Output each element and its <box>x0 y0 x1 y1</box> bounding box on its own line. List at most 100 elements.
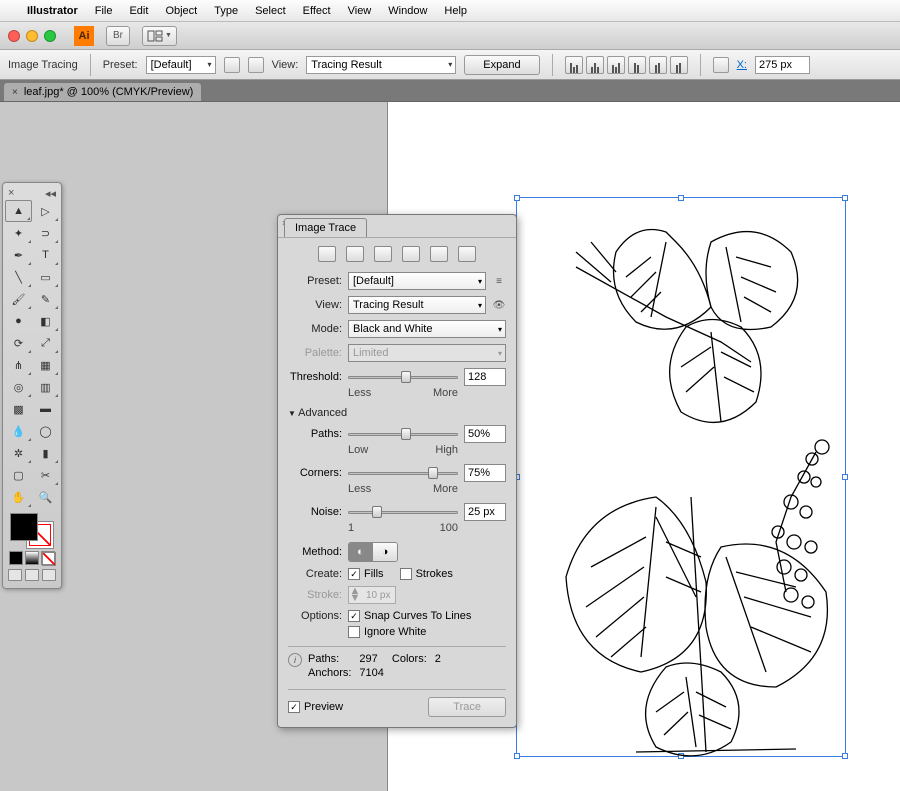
menu-window[interactable]: Window <box>388 5 427 17</box>
menu-help[interactable]: Help <box>444 5 467 17</box>
rotate-tool[interactable]: ⟳ <box>5 332 32 354</box>
selection-tool[interactable]: ▲ <box>5 200 32 222</box>
palette-label: Palette: <box>288 347 342 359</box>
lasso-tool[interactable]: ⊃ <box>32 222 59 244</box>
close-tab-icon[interactable]: × <box>12 87 18 98</box>
bridge-button[interactable]: Br <box>106 26 130 46</box>
pencil-tool[interactable]: ✎ <box>32 288 59 310</box>
fill-swatch[interactable] <box>10 513 38 541</box>
eye-icon[interactable]: 👁 <box>492 298 506 312</box>
align-top-icon[interactable] <box>628 56 646 74</box>
blend-tool[interactable]: ◯ <box>32 420 59 442</box>
free-transform-tool[interactable]: ▦ <box>32 354 59 376</box>
image-trace-panel-button[interactable] <box>248 57 264 73</box>
width-tool[interactable]: ⋔ <box>5 354 32 376</box>
corners-input[interactable]: 75% <box>464 464 506 482</box>
presentation-screen-icon[interactable] <box>42 569 56 581</box>
preset-bw-icon[interactable] <box>430 246 448 262</box>
paths-input[interactable]: 50% <box>464 425 506 443</box>
x-position-input[interactable]: 275 px <box>755 56 810 74</box>
zoom-tool[interactable]: 🔍 <box>32 486 59 508</box>
normal-screen-icon[interactable] <box>8 569 22 581</box>
transform-panel-icon[interactable] <box>713 57 729 73</box>
color-mode-icon[interactable] <box>9 551 23 565</box>
full-screen-icon[interactable] <box>25 569 39 581</box>
arrange-documents-button[interactable]: ▼ <box>142 26 177 46</box>
blob-brush-tool[interactable]: ● <box>5 310 32 332</box>
zoom-window-button[interactable] <box>44 30 56 42</box>
snap-curves-checkbox[interactable]: ✓Snap Curves To Lines <box>348 610 471 622</box>
noise-input[interactable]: 25 px <box>464 503 506 521</box>
method-overlapping-button[interactable]: ◑ <box>373 543 397 561</box>
rectangle-tool[interactable]: ▭ <box>32 266 59 288</box>
preview-checkbox[interactable]: ✓Preview <box>288 701 343 713</box>
corners-slider[interactable] <box>348 467 458 479</box>
preset-menu-icon[interactable] <box>224 57 240 73</box>
panel-tab[interactable]: Image Trace <box>284 218 367 237</box>
slice-tool[interactable]: ✂ <box>32 464 59 486</box>
method-abutting-button[interactable]: ◐ <box>349 543 373 561</box>
none-mode-icon[interactable] <box>41 551 55 565</box>
stroke-label: Stroke: <box>288 589 342 601</box>
preset-gray-icon[interactable] <box>402 246 420 262</box>
advanced-section-toggle[interactable]: Advanced <box>288 407 506 419</box>
eyedropper-tool[interactable]: 💧 <box>5 420 32 442</box>
close-window-button[interactable] <box>8 30 20 42</box>
menu-edit[interactable]: Edit <box>129 5 148 17</box>
expand-button[interactable]: Expand <box>464 55 539 75</box>
threshold-input[interactable]: 128 <box>464 368 506 386</box>
menu-object[interactable]: Object <box>165 5 197 17</box>
paths-slider[interactable] <box>348 428 458 440</box>
panel-close-icon[interactable]: × <box>8 187 14 197</box>
view-select[interactable]: Tracing Result <box>306 56 456 74</box>
menu-file[interactable]: File <box>95 5 113 17</box>
gradient-tool[interactable]: ▬ <box>32 398 59 420</box>
mode-select[interactable]: Black and White <box>348 320 506 338</box>
panel-collapse-icon[interactable]: ◂◂ <box>45 187 56 197</box>
paintbrush-tool[interactable]: 🖌 <box>5 288 32 310</box>
artboard-tool[interactable]: ▢ <box>5 464 32 486</box>
fills-checkbox[interactable]: ✓Fills <box>348 568 384 580</box>
mesh-tool[interactable]: ▩ <box>5 398 32 420</box>
preset-auto-icon[interactable] <box>318 246 336 262</box>
method-label: Method: <box>288 546 342 558</box>
menu-select[interactable]: Select <box>255 5 286 17</box>
minimize-window-button[interactable] <box>26 30 38 42</box>
preset-lowcolor-icon[interactable] <box>374 246 392 262</box>
magic-wand-tool[interactable]: ✦ <box>5 222 32 244</box>
pen-tool[interactable]: ✒ <box>5 244 32 266</box>
perspective-grid-tool[interactable]: ▥ <box>32 376 59 398</box>
strokes-checkbox[interactable]: Strokes <box>400 568 453 580</box>
scale-tool[interactable]: ⤢ <box>32 332 59 354</box>
line-tool[interactable]: ╲ <box>5 266 32 288</box>
direct-selection-tool[interactable]: ▷ <box>32 200 59 222</box>
align-right-icon[interactable] <box>607 56 625 74</box>
symbol-sprayer-tool[interactable]: ✲ <box>5 442 32 464</box>
gradient-mode-icon[interactable] <box>25 551 39 565</box>
menu-type[interactable]: Type <box>214 5 238 17</box>
preset-highcolor-icon[interactable] <box>346 246 364 262</box>
align-bottom-icon[interactable] <box>670 56 688 74</box>
preset-menu-icon[interactable]: ≡ <box>492 274 506 288</box>
noise-slider[interactable] <box>348 506 458 518</box>
column-graph-tool[interactable]: ▮ <box>32 442 59 464</box>
threshold-slider[interactable] <box>348 371 458 383</box>
align-hcenter-icon[interactable] <box>586 56 604 74</box>
align-left-icon[interactable] <box>565 56 583 74</box>
x-link[interactable]: X: <box>737 59 747 71</box>
menu-effect[interactable]: Effect <box>303 5 331 17</box>
type-tool[interactable]: T <box>32 244 59 266</box>
preset-select[interactable]: [Default] <box>146 56 216 74</box>
menu-view[interactable]: View <box>348 5 372 17</box>
align-vcenter-icon[interactable] <box>649 56 667 74</box>
document-tab[interactable]: × leaf.jpg* @ 100% (CMYK/Preview) <box>4 83 201 101</box>
preset-select[interactable]: [Default] <box>348 272 486 290</box>
eraser-tool[interactable]: ◧ <box>32 310 59 332</box>
view-select[interactable]: Tracing Result <box>348 296 486 314</box>
app-name[interactable]: Illustrator <box>27 5 78 17</box>
ignore-white-checkbox[interactable]: Ignore White <box>348 626 471 638</box>
hand-tool[interactable]: ✋ <box>5 486 32 508</box>
shape-builder-tool[interactable]: ◎ <box>5 376 32 398</box>
fill-stroke-swatch[interactable] <box>10 513 54 549</box>
preset-outline-icon[interactable] <box>458 246 476 262</box>
